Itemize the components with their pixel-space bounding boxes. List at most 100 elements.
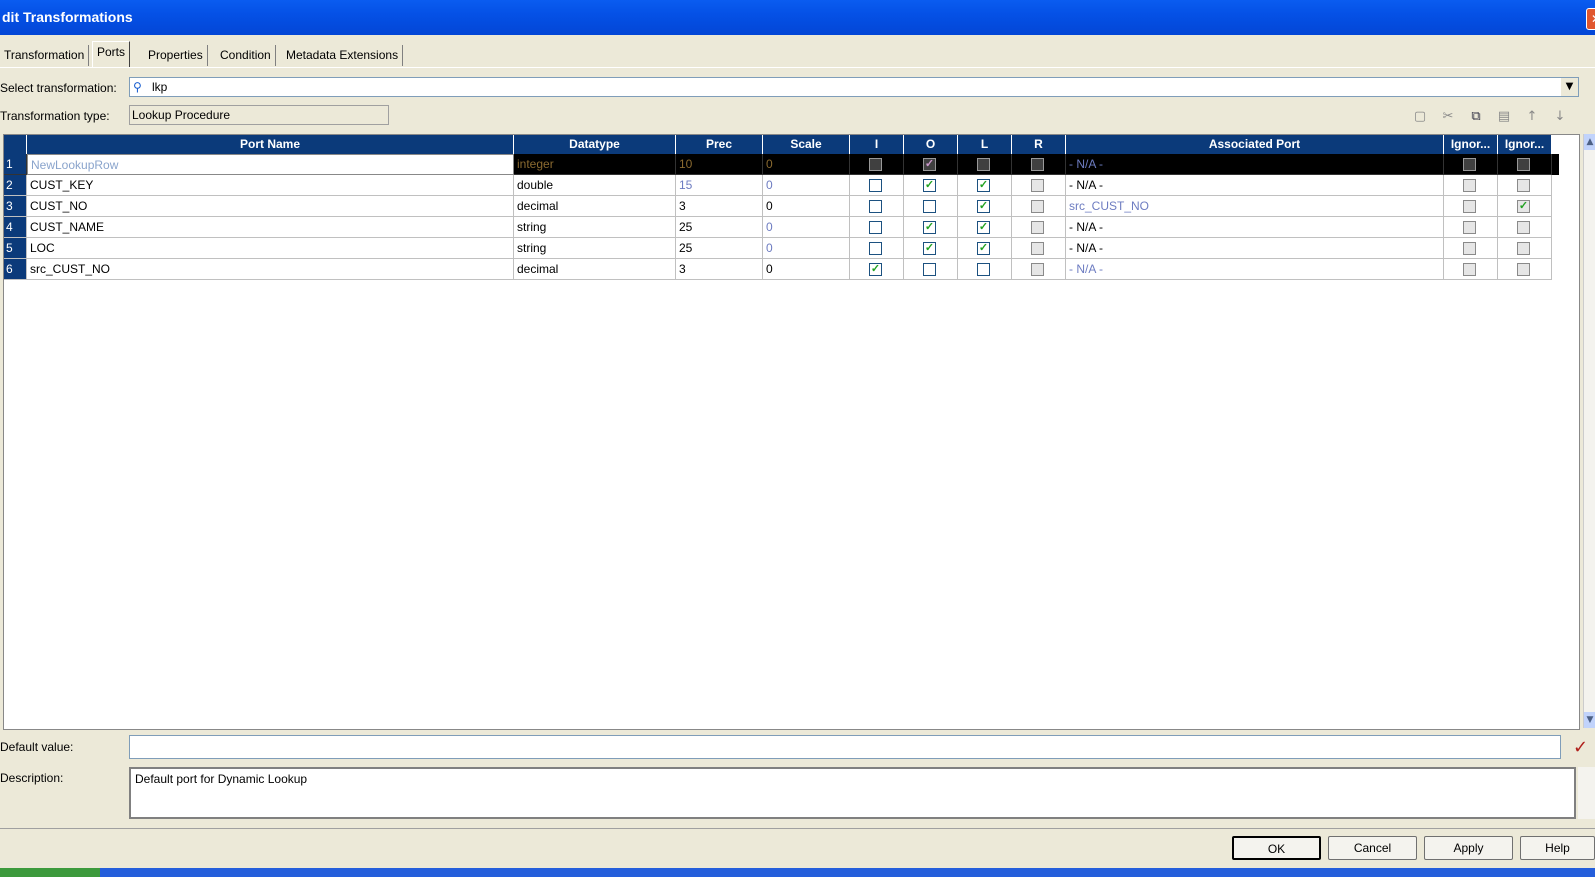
cell-r[interactable] (1012, 154, 1066, 175)
tab-ports[interactable]: Ports (92, 41, 131, 67)
scroll-up-icon[interactable]: ▲ (1584, 134, 1595, 150)
checkbox-o[interactable]: ✓ (923, 179, 936, 192)
cell-num[interactable]: 1 (4, 154, 27, 175)
validate-icon[interactable]: ✓ (1573, 737, 1588, 758)
cell-i[interactable] (850, 196, 904, 217)
cell-datatype[interactable]: integer (514, 154, 676, 175)
cell-assoc[interactable]: - N/A - (1066, 175, 1444, 196)
checkbox-l[interactable]: ✓ (977, 221, 990, 234)
checkbox-l[interactable]: ✓ (977, 179, 990, 192)
cell-assoc[interactable]: src_CUST_NO (1066, 196, 1444, 217)
checkbox-ig1[interactable] (1463, 200, 1476, 213)
cell-ig1[interactable] (1444, 238, 1498, 259)
table-row[interactable]: 3 CUST_NO decimal 3 0 ✓ src_CUST_NO ✓ (4, 196, 1559, 217)
cell-scale[interactable]: 0 (763, 259, 850, 280)
copy-icon[interactable]: ⧉ (1466, 107, 1486, 127)
checkbox-r[interactable] (1031, 200, 1044, 213)
move-up-icon[interactable]: ↑ (1522, 107, 1542, 127)
checkbox-r[interactable] (1031, 221, 1044, 234)
tab-condition[interactable]: Condition (216, 45, 276, 66)
cell-ig2[interactable] (1498, 154, 1552, 175)
checkbox-i[interactable] (869, 221, 882, 234)
cell-ig1[interactable] (1444, 196, 1498, 217)
col-header-scale[interactable]: Scale (763, 135, 850, 154)
cell-name[interactable]: CUST_KEY (27, 175, 514, 196)
table-row[interactable]: 1 NewLookupRow integer 10 0 ✓ - N/A - (4, 154, 1559, 175)
cell-ig1[interactable] (1444, 217, 1498, 238)
cell-num[interactable]: 5 (4, 238, 27, 259)
cell-scale[interactable]: 0 (763, 217, 850, 238)
checkbox-l[interactable]: ✓ (977, 242, 990, 255)
table-row[interactable]: 2 CUST_KEY double 15 0 ✓ ✓ - N/A - (4, 175, 1559, 196)
default-value-input[interactable] (129, 735, 1561, 759)
cell-ig1[interactable] (1444, 154, 1498, 175)
checkbox-ig1[interactable] (1463, 221, 1476, 234)
cell-ig2[interactable] (1498, 217, 1552, 238)
col-header-datatype[interactable]: Datatype (514, 135, 676, 154)
cell-r[interactable] (1012, 238, 1066, 259)
cell-o[interactable]: ✓ (904, 238, 958, 259)
cell-i[interactable] (850, 238, 904, 259)
cell-o[interactable]: ✓ (904, 217, 958, 238)
help-button[interactable]: Help (1520, 836, 1595, 860)
cell-l[interactable] (958, 259, 1012, 280)
cell-l[interactable] (958, 154, 1012, 175)
chevron-down-icon[interactable]: ▼ (1561, 78, 1578, 96)
table-row[interactable]: 6 src_CUST_NO decimal 3 0 ✓ - N/A - (4, 259, 1559, 280)
tab-metadata-extensions[interactable]: Metadata Extensions (282, 45, 404, 66)
cell-i[interactable] (850, 217, 904, 238)
cell-r[interactable] (1012, 259, 1066, 280)
grid-scrollbar[interactable]: ▲ ▼ (1583, 134, 1595, 728)
cell-datatype[interactable]: string (514, 217, 676, 238)
cell-prec[interactable]: 25 (676, 217, 763, 238)
cell-scale[interactable]: 0 (763, 196, 850, 217)
col-header-l[interactable]: L (958, 135, 1012, 154)
checkbox-ig2[interactable]: ✓ (1517, 200, 1530, 213)
checkbox-l[interactable]: ✓ (977, 200, 990, 213)
table-row[interactable]: 4 CUST_NAME string 25 0 ✓ ✓ - N/A - (4, 217, 1559, 238)
cell-num[interactable]: 4 (4, 217, 27, 238)
checkbox-o[interactable]: ✓ (923, 221, 936, 234)
scroll-down-icon[interactable]: ▼ (1584, 712, 1595, 728)
checkbox-ig2[interactable] (1517, 221, 1530, 234)
tab-transformation[interactable]: Transformation (0, 45, 90, 66)
cell-scale[interactable]: 0 (763, 238, 850, 259)
cell-prec[interactable]: 15 (676, 175, 763, 196)
cell-assoc[interactable]: - N/A - (1066, 238, 1444, 259)
col-header-r[interactable]: R (1012, 135, 1066, 154)
cell-ig2[interactable]: ✓ (1498, 196, 1552, 217)
cell-o[interactable]: ✓ (904, 154, 958, 175)
cell-l[interactable]: ✓ (958, 217, 1012, 238)
checkbox-i[interactable] (869, 200, 882, 213)
cell-r[interactable] (1012, 217, 1066, 238)
cell-o[interactable] (904, 259, 958, 280)
tab-properties[interactable]: Properties (144, 45, 208, 66)
cell-ig2[interactable] (1498, 238, 1552, 259)
col-header-ignore-2[interactable]: Ignor... (1498, 135, 1552, 154)
cell-i[interactable]: ✓ (850, 259, 904, 280)
checkbox-i[interactable]: ✓ (869, 263, 882, 276)
checkbox-ig2[interactable] (1517, 179, 1530, 192)
checkbox-i[interactable] (869, 158, 882, 171)
cell-num[interactable]: 2 (4, 175, 27, 196)
col-header-associated-port[interactable]: Associated Port (1066, 135, 1444, 154)
checkbox-r[interactable] (1031, 242, 1044, 255)
checkbox-ig1[interactable] (1463, 242, 1476, 255)
description-scrollbar[interactable] (1578, 767, 1595, 819)
cell-o[interactable]: ✓ (904, 175, 958, 196)
ok-button[interactable]: OK (1232, 836, 1321, 860)
cell-datatype[interactable]: string (514, 238, 676, 259)
checkbox-r[interactable] (1031, 179, 1044, 192)
cell-name[interactable]: src_CUST_NO (27, 259, 514, 280)
checkbox-i[interactable] (869, 179, 882, 192)
col-header-port-name[interactable]: Port Name (27, 135, 514, 154)
cell-l[interactable]: ✓ (958, 196, 1012, 217)
cell-ig2[interactable] (1498, 259, 1552, 280)
cell-prec[interactable]: 3 (676, 259, 763, 280)
cell-r[interactable] (1012, 175, 1066, 196)
checkbox-ig2[interactable] (1517, 263, 1530, 276)
description-textarea[interactable]: Default port for Dynamic Lookup (129, 767, 1576, 819)
close-icon[interactable]: ✕ (1586, 8, 1595, 30)
checkbox-o[interactable] (923, 263, 936, 276)
cell-datatype[interactable]: decimal (514, 196, 676, 217)
